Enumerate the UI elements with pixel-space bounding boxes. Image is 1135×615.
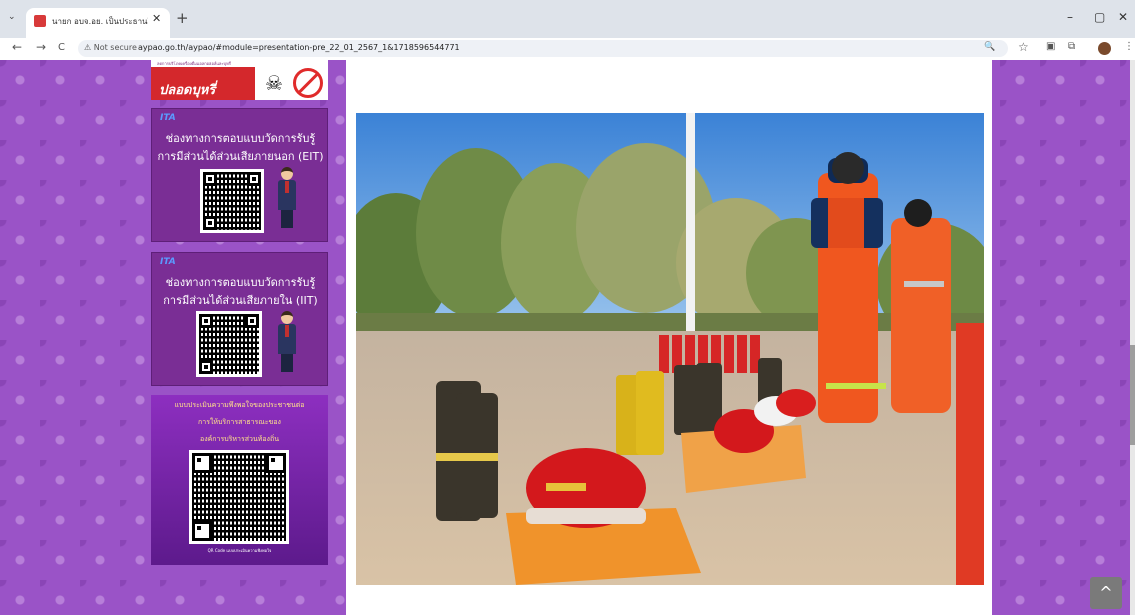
firefighter-equipment-photo xyxy=(356,113,984,585)
new-tab-button[interactable]: + xyxy=(176,9,189,27)
banner-red-block: ปลอดบุหรี่ xyxy=(151,67,255,100)
skull-icon: ☠ xyxy=(259,68,289,98)
page-viewport: ลดการบริโภคเครื่องดื่มแอลกอฮอล์และบุหรี่… xyxy=(0,60,1135,615)
scrollbar-track[interactable] xyxy=(1130,60,1135,615)
url-text: aypao.go.th/aypao/#module=presentation-p… xyxy=(138,43,460,52)
scrollbar-thumb[interactable] xyxy=(1130,345,1135,445)
ita-logo: ITA xyxy=(160,113,176,123)
tab-close-icon[interactable]: ✕ xyxy=(152,12,161,25)
back-button[interactable]: ← xyxy=(12,40,22,54)
survey-qr-code[interactable] xyxy=(189,450,289,544)
screenshot-icon[interactable]: ▣ xyxy=(1046,41,1055,52)
businessman-illustration xyxy=(275,167,299,231)
zoom-icon[interactable]: 🔍 xyxy=(984,42,995,52)
iit-qr-code[interactable] xyxy=(196,311,262,377)
tab-strip: ⌄ นายก อบจ.อย. เป็นประธานในพิธีเปิด ✕ + … xyxy=(0,0,1135,38)
tab-title: นายก อบจ.อย. เป็นประธานในพิธีเปิด xyxy=(52,17,148,26)
eit-survey-banner[interactable]: ITA ช่องทางการตอบแบบวัดการรับรู้ การมีส่… xyxy=(151,108,328,242)
no-smoking-icon xyxy=(293,68,323,98)
iit-line2: การมีส่วนได้ส่วนเสียภายใน (IIT) xyxy=(163,294,318,307)
browser-tab[interactable]: นายก อบจ.อย. เป็นประธานในพิธีเปิด ✕ xyxy=(26,8,170,38)
banner-title: ปลอดบุหรี่ xyxy=(159,83,216,98)
not-secure-badge[interactable]: ⚠ Not secure xyxy=(84,43,137,52)
extensions-icon[interactable]: ⧉ xyxy=(1068,41,1075,52)
satisfaction-survey-banner[interactable]: แบบประเมินความพึงพอใจของประชาชนต่อ การให… xyxy=(151,395,328,565)
profile-avatar[interactable] xyxy=(1098,42,1111,55)
menu-kebab-icon[interactable]: ⋮ xyxy=(1124,41,1134,52)
favicon-icon xyxy=(34,15,46,27)
eit-line1: ช่องทางการตอบแบบวัดการรับรู้ xyxy=(165,132,316,145)
minimize-button[interactable]: – xyxy=(1067,10,1073,24)
tab-search-chevron-icon[interactable]: ⌄ xyxy=(8,12,16,22)
survey-caption: QR Code แบบประเมินความพึงพอใจ xyxy=(207,548,272,553)
address-bar: ← → C ⚠ Not secure aypao.go.th/aypao/#mo… xyxy=(0,38,1135,61)
survey-line2: การให้บริการสาธารณะของ xyxy=(198,418,281,426)
eit-line2: การมีส่วนได้ส่วนเสียภายนอก (EIT) xyxy=(157,150,324,163)
ita-logo: ITA xyxy=(160,257,176,267)
survey-line3: องค์การบริหารส่วนท้องถิ่น xyxy=(200,435,279,443)
iit-line1: ช่องทางการตอบแบบวัดการรับรู้ xyxy=(165,276,316,289)
bookmark-star-icon[interactable]: ☆ xyxy=(1018,40,1029,54)
survey-line1: แบบประเมินความพึงพอใจของประชาชนต่อ xyxy=(174,401,305,409)
banner-caption: ลดการบริโภคเครื่องดื่มแอลกอฮอล์และบุหรี่ xyxy=(157,61,231,66)
businessman-illustration xyxy=(275,311,299,375)
url-field[interactable]: ⚠ Not secure aypao.go.th/aypao/#module=p… xyxy=(78,40,1008,57)
iit-survey-banner[interactable]: ITA ช่องทางการตอบแบบวัดการรับรู้ การมีส่… xyxy=(151,252,328,386)
news-photo[interactable] xyxy=(356,113,984,585)
maximize-button[interactable]: ▢ xyxy=(1094,10,1105,24)
forward-button[interactable]: → xyxy=(36,40,46,54)
eit-qr-code[interactable] xyxy=(200,169,264,233)
reload-button[interactable]: C xyxy=(58,42,65,53)
close-window-button[interactable]: ✕ xyxy=(1118,10,1128,24)
no-smoking-banner[interactable]: ลดการบริโภคเครื่องดื่มแอลกอฮอล์และบุหรี่… xyxy=(151,60,328,100)
back-to-top-button[interactable]: ^ xyxy=(1090,577,1122,609)
